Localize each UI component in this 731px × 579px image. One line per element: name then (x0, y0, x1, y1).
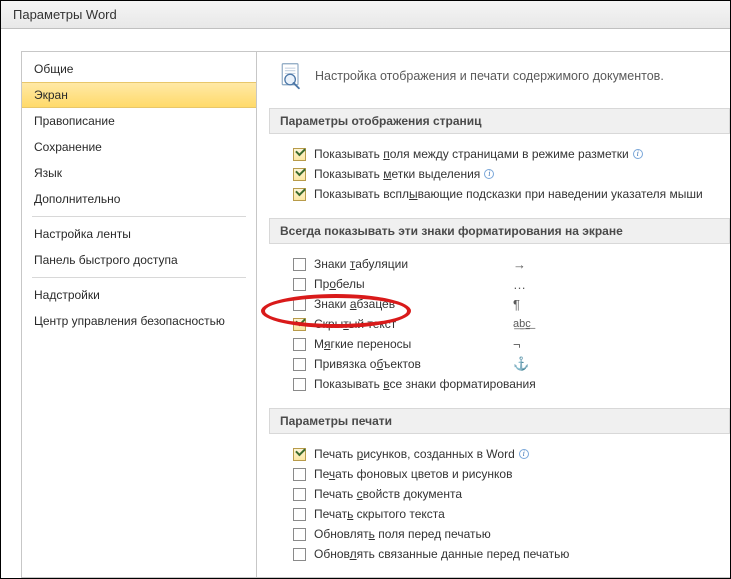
nav-item-save[interactable]: Сохранение (22, 134, 256, 160)
checkbox[interactable] (293, 488, 306, 501)
option-show-whitespace[interactable]: Показывать поля между страницами в режим… (293, 144, 720, 164)
nav-item-addins[interactable]: Надстройки (22, 282, 256, 308)
nav-item-quickaccess[interactable]: Панель быстрого доступа (22, 247, 256, 273)
content-pane: Настройка отображения и печати содержимо… (257, 51, 730, 578)
nav-item-display[interactable]: Экран (22, 82, 256, 108)
label: Привязка объектов (314, 357, 421, 371)
checkbox[interactable] (293, 188, 306, 201)
label: Печать скрытого текста (314, 507, 445, 521)
symbol-spaces: … (513, 277, 526, 292)
label: Показывать всплывающие подсказки при нав… (314, 187, 703, 201)
option-print-hidden[interactable]: Печать скрытого текста (293, 504, 720, 524)
option-print-background[interactable]: Печать фоновых цветов и рисунков (293, 464, 720, 484)
option-optional-hyphens[interactable]: Мягкие переносы ¬ (293, 334, 720, 354)
option-show-all[interactable]: Показывать все знаки форматирования (293, 374, 720, 394)
label: Мягкие переносы (314, 337, 411, 351)
option-print-properties[interactable]: Печать свойств документа (293, 484, 720, 504)
label: Показывать все знаки форматирования (314, 377, 536, 391)
checkbox[interactable] (293, 508, 306, 521)
header-text: Настройка отображения и печати содержимо… (315, 69, 664, 83)
info-icon[interactable]: i (484, 169, 494, 179)
checkbox[interactable] (293, 338, 306, 351)
nav-item-proofing[interactable]: Правописание (22, 108, 256, 134)
checkbox[interactable] (293, 278, 306, 291)
checkbox[interactable] (293, 168, 306, 181)
section-printing-options: Параметры печати (269, 408, 730, 434)
label: Печать рисунков, созданных в Word (314, 447, 515, 461)
section3-body: Печать рисунков, созданных в Word i Печа… (269, 434, 730, 578)
label: Скрытый текст (314, 317, 396, 331)
checkbox[interactable] (293, 318, 306, 331)
option-update-linked[interactable]: Обновлять связанные данные перед печатью (293, 544, 720, 564)
option-update-fields[interactable]: Обновлять поля перед печатью (293, 524, 720, 544)
info-icon[interactable]: i (633, 149, 643, 159)
option-spaces[interactable]: Пробелы … (293, 274, 720, 294)
label: Печать фоновых цветов и рисунков (314, 467, 512, 481)
nav-item-language[interactable]: Язык (22, 160, 256, 186)
nav-separator (32, 216, 246, 217)
title-text: Параметры Word (13, 7, 117, 22)
checkbox[interactable] (293, 298, 306, 311)
checkbox[interactable] (293, 468, 306, 481)
label: Печать свойств документа (314, 487, 462, 501)
nav-separator (32, 277, 246, 278)
label: Знаки абзацев (314, 297, 395, 311)
label: Показывать метки выделения (314, 167, 480, 181)
checkbox[interactable] (293, 378, 306, 391)
symbol-paragraph: ¶ (513, 297, 520, 312)
nav-item-ribbon[interactable]: Настройка ленты (22, 221, 256, 247)
checkbox[interactable] (293, 528, 306, 541)
section-display-options: Параметры отображения страниц (269, 108, 730, 134)
checkbox[interactable] (293, 148, 306, 161)
document-magnify-icon (277, 62, 305, 90)
section2-body: Знаки табуляции → Пробелы … Знаки абзаце… (269, 244, 730, 408)
option-show-tooltips[interactable]: Показывать всплывающие подсказки при нав… (293, 184, 720, 204)
option-show-highlighter[interactable]: Показывать метки выделения i (293, 164, 720, 184)
symbol-hidden: a͟b͟c͟ (513, 318, 531, 330)
option-print-drawings[interactable]: Печать рисунков, созданных в Word i (293, 444, 720, 464)
label: Пробелы (314, 277, 365, 291)
word-options-window: Параметры Word Общие Экран Правописание … (0, 0, 731, 579)
section-formatting-marks: Всегда показывать эти знаки форматирован… (269, 218, 730, 244)
option-hidden-text[interactable]: Скрытый текст a͟b͟c͟ (293, 314, 720, 334)
nav-item-general[interactable]: Общие (22, 56, 256, 82)
body: Общие Экран Правописание Сохранение Язык… (21, 51, 730, 578)
option-paragraph-marks[interactable]: Знаки абзацев ¶ (293, 294, 720, 314)
option-tab-chars[interactable]: Знаки табуляции → (293, 254, 720, 274)
info-icon[interactable]: i (519, 449, 529, 459)
option-object-anchors[interactable]: Привязка объектов ⚓ (293, 354, 720, 374)
sidebar: Общие Экран Правописание Сохранение Язык… (21, 51, 257, 578)
label: Знаки табуляции (314, 257, 408, 271)
label: Обновлять связанные данные перед печатью (314, 547, 569, 561)
checkbox[interactable] (293, 448, 306, 461)
section1-body: Показывать поля между страницами в режим… (269, 134, 730, 218)
checkbox[interactable] (293, 258, 306, 271)
symbol-tab: → (513, 257, 526, 272)
nav-item-trustcenter[interactable]: Центр управления безопасностью (22, 308, 256, 334)
nav-item-advanced[interactable]: Дополнительно (22, 186, 256, 212)
content-header: Настройка отображения и печати содержимо… (269, 52, 730, 108)
label: Показывать поля между страницами в режим… (314, 147, 629, 161)
symbol-anchor: ⚓ (513, 356, 529, 372)
checkbox[interactable] (293, 358, 306, 371)
titlebar: Параметры Word (1, 1, 730, 29)
label: Обновлять поля перед печатью (314, 527, 491, 541)
symbol-hyphen: ¬ (513, 337, 521, 352)
checkbox[interactable] (293, 548, 306, 561)
